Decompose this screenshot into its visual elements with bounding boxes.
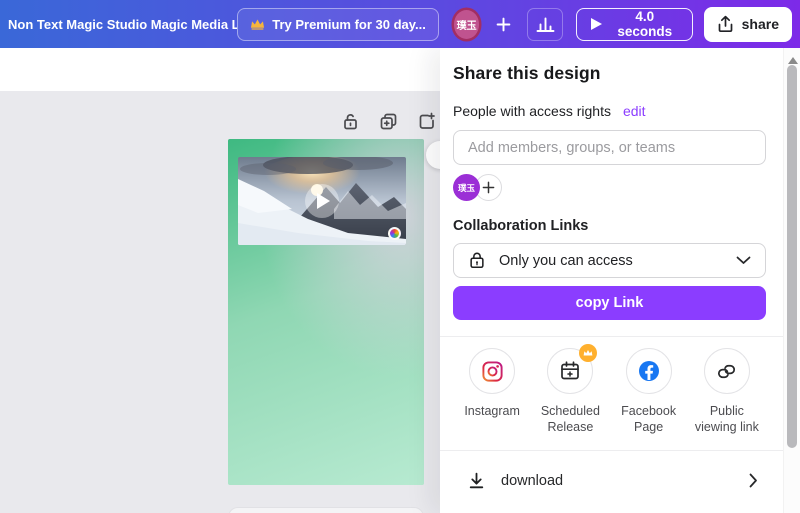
app-badge-icon (388, 227, 401, 240)
facebook-icon (637, 359, 661, 383)
social-item-scheduled-release[interactable]: Scheduled Release (531, 348, 609, 436)
download-icon (467, 472, 486, 490)
video-play-icon[interactable] (305, 184, 339, 218)
workspace: Share this design People with access rig… (0, 48, 800, 513)
add-members-input[interactable] (453, 130, 766, 165)
user-avatar[interactable]: 璞玉 (454, 10, 480, 39)
try-premium-button[interactable]: Try Premium for 30 day... (237, 8, 439, 41)
access-dropdown-value: Only you can access (499, 253, 633, 269)
panel-scrollbar (783, 48, 800, 513)
document-title[interactable]: Non Text Magic Studio Magic Media L&P - … (8, 17, 237, 32)
collaboration-links-label: Collaboration Links (453, 218, 766, 234)
social-label: Facebook Page (610, 403, 688, 436)
instagram-icon (481, 360, 504, 383)
page-tools (340, 111, 437, 132)
share-social-media-row[interactable]: Share on social media (453, 509, 766, 513)
member-row: 璞玉 (453, 174, 766, 201)
video-element[interactable] (238, 157, 406, 245)
lock-icon (468, 251, 486, 270)
access-rights-row: People with access rights edit (453, 103, 766, 119)
calendar-icon (559, 360, 581, 382)
topbar-actions: Try Premium for 30 day... 璞玉 4.0 seconds… (237, 7, 792, 42)
share-label: share (742, 16, 779, 32)
social-label: Instagram (464, 403, 520, 419)
bar-chart-icon (536, 16, 555, 33)
unlock-button[interactable] (340, 111, 361, 132)
divider (440, 336, 786, 337)
premium-crown-badge (579, 344, 597, 362)
social-item-public-viewing-link[interactable]: Public viewing link (688, 348, 766, 436)
top-bar: Non Text Magic Studio Magic Media L&P - … (0, 0, 800, 48)
add-page-button[interactable] (416, 111, 437, 132)
social-label: Scheduled Release (531, 403, 609, 436)
add-member-button[interactable] (492, 9, 515, 39)
design-page[interactable] (228, 139, 424, 485)
social-item-facebook-page[interactable]: Facebook Page (610, 348, 688, 436)
scrollbar-up-arrow[interactable] (788, 52, 798, 64)
copy-link-button[interactable]: copy Link (453, 286, 766, 320)
link-icon (715, 360, 738, 383)
chevron-right-icon (749, 473, 758, 488)
share-panel: Share this design People with access rig… (440, 48, 800, 513)
next-page[interactable] (228, 507, 424, 513)
duration-label: 4.0 seconds (612, 9, 678, 39)
share-button[interactable]: share (704, 7, 792, 42)
duplicate-page-button[interactable] (378, 111, 399, 132)
scrollbar-thumb[interactable] (787, 65, 797, 448)
chevron-down-icon (736, 256, 751, 265)
crown-icon (250, 18, 265, 30)
access-dropdown[interactable]: Only you can access (453, 243, 766, 278)
download-row[interactable]: download (453, 467, 766, 495)
preview-duration-button[interactable]: 4.0 seconds (576, 8, 693, 41)
member-avatar[interactable]: 璞玉 (453, 174, 480, 201)
access-rights-label: People with access rights (453, 103, 611, 119)
social-label: Public viewing link (688, 403, 766, 436)
plus-icon (482, 181, 495, 194)
stats-button[interactable] (527, 8, 563, 41)
panel-title: Share this design (453, 63, 766, 84)
edit-link[interactable]: edit (623, 103, 646, 119)
upload-icon (717, 15, 734, 33)
social-item-instagram[interactable]: Instagram (453, 348, 531, 436)
play-icon (591, 18, 602, 30)
plus-icon (496, 17, 511, 32)
social-row: Instagram Scheduled Release (453, 348, 766, 436)
try-premium-label: Try Premium for 30 day... (272, 17, 426, 32)
download-label: download (501, 473, 563, 489)
divider (440, 450, 786, 451)
